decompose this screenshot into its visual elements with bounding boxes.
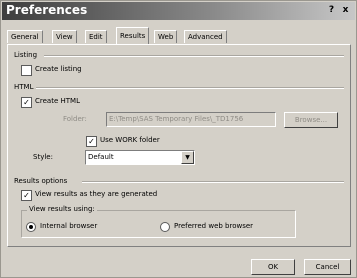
cancel-button[interactable]: Cancel bbox=[304, 259, 351, 275]
dialog-title: Preferences bbox=[6, 3, 88, 17]
title-bar: Preferences ? x bbox=[2, 2, 355, 20]
listing-divider bbox=[44, 55, 344, 57]
tab-advanced[interactable]: Advanced bbox=[184, 30, 227, 43]
style-select[interactable]: Default ▼ bbox=[85, 150, 195, 165]
close-button[interactable]: x bbox=[339, 4, 352, 16]
tab-web[interactable]: Web bbox=[154, 30, 178, 43]
use-work-folder-checkbox[interactable]: ✓ bbox=[86, 136, 97, 147]
results-options-heading: Results options bbox=[14, 177, 68, 185]
view-as-generated-checkbox[interactable]: ✓ bbox=[21, 190, 32, 201]
html-divider bbox=[36, 87, 344, 89]
style-label: Style: bbox=[33, 153, 53, 161]
folder-label: Folder: bbox=[63, 115, 87, 123]
view-results-using-heading: View results using: bbox=[27, 205, 97, 213]
results-tab-panel: Listing Create listing HTML ✓ Create HTM… bbox=[7, 44, 351, 247]
folder-field[interactable]: E:\Temp\SAS Temporary Files\_TD1756 bbox=[106, 112, 276, 127]
chevron-down-icon[interactable]: ▼ bbox=[181, 151, 194, 164]
create-html-checkbox[interactable]: ✓ bbox=[21, 97, 32, 108]
preferred-browser-radio[interactable] bbox=[160, 222, 170, 232]
create-listing-label: Create listing bbox=[35, 65, 82, 73]
tab-general[interactable]: General bbox=[7, 30, 43, 43]
tab-results[interactable]: Results bbox=[116, 27, 150, 44]
create-listing-checkbox[interactable] bbox=[21, 65, 32, 76]
view-as-generated-label: View results as they are generated bbox=[35, 190, 158, 198]
use-work-folder-label: Use WORK folder bbox=[100, 136, 160, 144]
ok-button[interactable]: OK bbox=[251, 259, 295, 275]
tab-view[interactable]: View bbox=[52, 30, 77, 43]
html-heading: HTML bbox=[14, 83, 34, 91]
internal-browser-radio[interactable] bbox=[26, 222, 36, 232]
results-options-divider bbox=[82, 181, 344, 183]
create-html-label: Create HTML bbox=[35, 97, 80, 105]
browse-button[interactable]: Browse... bbox=[284, 112, 338, 128]
style-value: Default bbox=[88, 153, 114, 161]
listing-heading: Listing bbox=[14, 51, 38, 59]
preferences-dialog: Preferences ? x General View Edit Result… bbox=[0, 0, 357, 278]
preferred-browser-label: Preferred web browser bbox=[174, 222, 254, 230]
tab-edit[interactable]: Edit bbox=[85, 30, 107, 43]
internal-browser-label: Internal browser bbox=[40, 222, 98, 230]
help-button[interactable]: ? bbox=[325, 4, 338, 16]
